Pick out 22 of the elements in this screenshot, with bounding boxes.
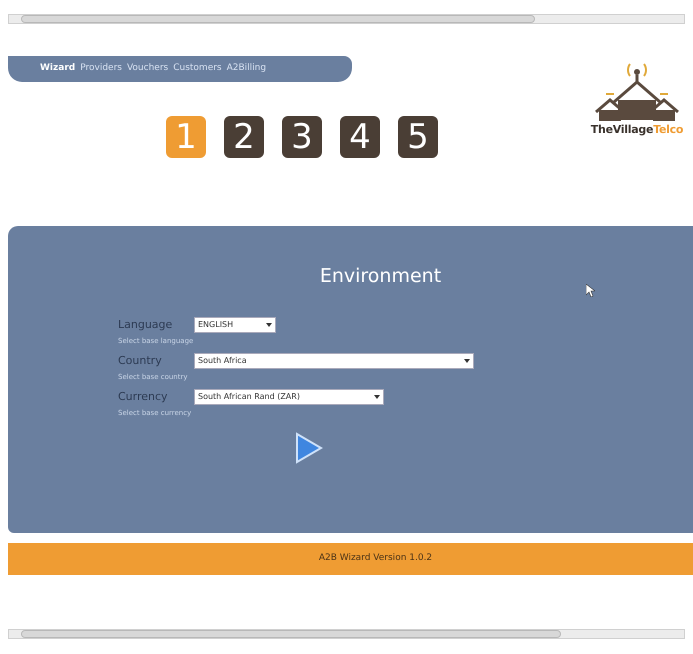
step-badge[interactable]: 2 [224, 116, 264, 158]
horizontal-scrollbar[interactable] [8, 14, 685, 24]
caret-icon [464, 358, 470, 363]
version-text: A2B Wizard Version 1.0.2 [318, 552, 432, 566]
panel-title: Environment [318, 264, 442, 289]
horizontal-scrollbar[interactable] [8, 629, 685, 639]
mouse-cursor-icon [586, 284, 595, 297]
scrollbar-thumb[interactable] [21, 15, 535, 23]
logo-text: TheVillageTelco [590, 122, 684, 138]
step-badge[interactable]: 5 [398, 116, 438, 158]
step-badge[interactable]: 3 [282, 116, 322, 158]
dropdown-field[interactable]: South African Rand (ZAR) [194, 388, 384, 405]
field-label: Country [118, 352, 163, 368]
nav-link[interactable]: Wizard [40, 62, 76, 76]
field-label: Currency [118, 388, 169, 404]
dropdown-field[interactable]: ENGLISH [194, 316, 276, 333]
step-badge[interactable]: 4 [340, 116, 380, 158]
caret-icon [374, 394, 380, 399]
dropdown-field[interactable]: South Africa [194, 352, 474, 369]
field-label: Language [118, 316, 174, 332]
scrollbar-thumb[interactable] [21, 630, 561, 638]
caret-icon [266, 322, 272, 327]
